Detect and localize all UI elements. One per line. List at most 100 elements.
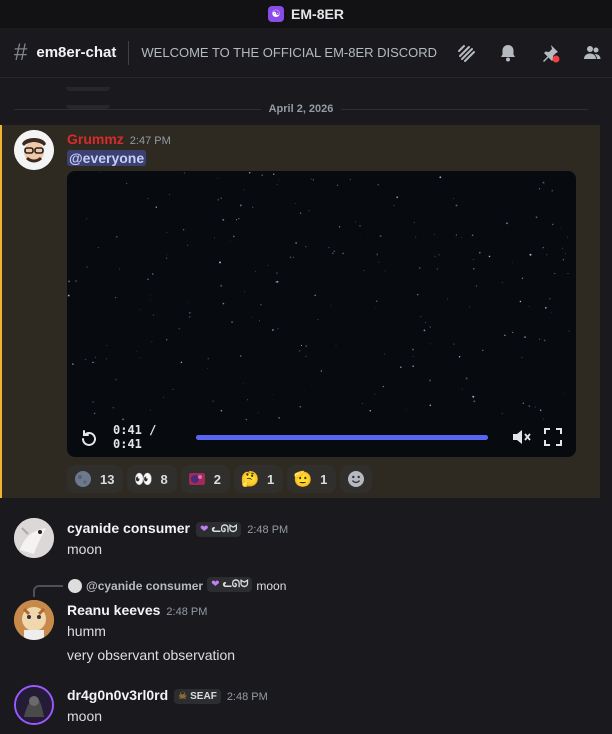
video-player[interactable]: 0:41 / 0:41 <box>67 171 576 457</box>
star <box>258 320 260 322</box>
star <box>244 291 245 293</box>
star <box>220 409 223 412</box>
reaction-salute[interactable]: 🫡 1 <box>287 465 337 493</box>
reply-reference[interactable]: @cyanide consumer ❤ ᓚᘏᗢ moon <box>68 577 286 593</box>
star <box>416 293 419 296</box>
star <box>267 264 269 266</box>
star <box>549 298 551 300</box>
eyes-emoji: 👀 <box>134 471 153 488</box>
bell-icon[interactable] <box>498 43 518 63</box>
channel-header: # em8er-chat WELCOME TO THE OFFICIAL EM-… <box>0 28 612 78</box>
star <box>438 254 440 256</box>
reaction-thinking[interactable]: 🤔 1 <box>233 465 284 493</box>
star <box>220 284 223 287</box>
star <box>187 301 189 303</box>
replay-icon[interactable] <box>79 427 99 447</box>
user-tag[interactable]: ☠ SEAF <box>174 689 221 704</box>
fullscreen-icon[interactable] <box>542 426 564 448</box>
star <box>524 336 526 339</box>
threads-icon[interactable] <box>456 43 476 63</box>
star <box>423 329 426 332</box>
star <box>152 314 155 316</box>
message-header: Reanu keeves 2:48 PM <box>67 602 207 618</box>
star <box>147 198 149 200</box>
star <box>182 229 185 231</box>
star <box>363 269 365 271</box>
star <box>312 179 314 181</box>
star <box>539 338 541 340</box>
star <box>299 405 302 408</box>
star <box>172 388 174 390</box>
star <box>461 237 463 239</box>
star <box>299 212 302 214</box>
timestamp: 2:48 PM <box>247 524 289 536</box>
timestamp: 2:48 PM <box>226 691 268 703</box>
star <box>115 297 117 299</box>
star <box>544 306 547 309</box>
username[interactable]: cyanide consumer <box>67 520 190 536</box>
pin-icon[interactable] <box>540 43 560 63</box>
reaction-eyes[interactable]: 👀 8 <box>127 465 177 493</box>
reaction-moon[interactable]: 13 <box>67 465 124 493</box>
purple-heart-icon: ❤ <box>211 579 220 590</box>
channel-hash-icon: # <box>14 38 28 66</box>
reaction-sticker[interactable]: 2 <box>180 465 230 493</box>
star <box>242 383 244 385</box>
star <box>330 304 332 306</box>
star <box>126 182 128 184</box>
star <box>447 298 449 300</box>
star <box>180 361 183 364</box>
add-reaction-button[interactable] <box>340 465 373 493</box>
username[interactable]: Grummz <box>67 131 124 147</box>
channel-topic[interactable]: WELCOME TO THE OFFICIAL EM-8ER DISCORD .… <box>141 45 441 60</box>
star <box>165 338 168 341</box>
star <box>135 351 137 353</box>
reply-username[interactable]: @cyanide consumer <box>86 579 203 593</box>
channel-name[interactable]: em8er-chat <box>36 44 116 61</box>
star <box>139 357 141 359</box>
star <box>506 222 508 225</box>
star <box>564 393 565 395</box>
star <box>534 406 536 408</box>
star <box>305 345 308 347</box>
star <box>314 294 317 297</box>
star <box>519 300 522 303</box>
star <box>378 261 380 263</box>
everyone-mention[interactable]: @everyone <box>67 150 147 166</box>
star <box>455 204 458 207</box>
reaction-count: 8 <box>160 471 168 487</box>
star <box>564 252 566 255</box>
star <box>562 259 565 261</box>
username[interactable]: Reanu keeves <box>67 602 160 618</box>
star <box>384 353 386 355</box>
username[interactable]: dr4g0n0v3rl0rd <box>67 687 168 703</box>
star <box>429 343 431 345</box>
star <box>419 267 421 269</box>
video-progress-bar[interactable] <box>195 434 488 440</box>
star <box>420 316 422 318</box>
star <box>331 252 334 255</box>
user-tag[interactable]: ❤ ᓚᘏᗢ <box>195 522 242 537</box>
star <box>272 394 274 395</box>
server-icon: ☯ <box>268 6 285 22</box>
star <box>207 357 210 360</box>
star <box>501 413 503 414</box>
star <box>219 261 221 264</box>
avatar[interactable] <box>14 600 54 640</box>
star <box>305 355 307 357</box>
mute-icon[interactable] <box>510 426 532 448</box>
star <box>186 244 189 246</box>
star <box>461 388 463 390</box>
star <box>453 197 455 199</box>
avatar[interactable] <box>14 130 54 170</box>
reaction-count: 2 <box>213 471 221 487</box>
members-icon[interactable] <box>582 43 602 63</box>
avatar[interactable] <box>14 685 54 725</box>
star <box>213 237 215 239</box>
star <box>349 178 351 180</box>
star <box>360 236 361 238</box>
avatar[interactable] <box>14 518 54 558</box>
reaction-count: 1 <box>320 471 328 487</box>
message-header: cyanide consumer ❤ ᓚᘏᗢ 2:48 PM <box>67 520 288 538</box>
star <box>300 344 303 347</box>
